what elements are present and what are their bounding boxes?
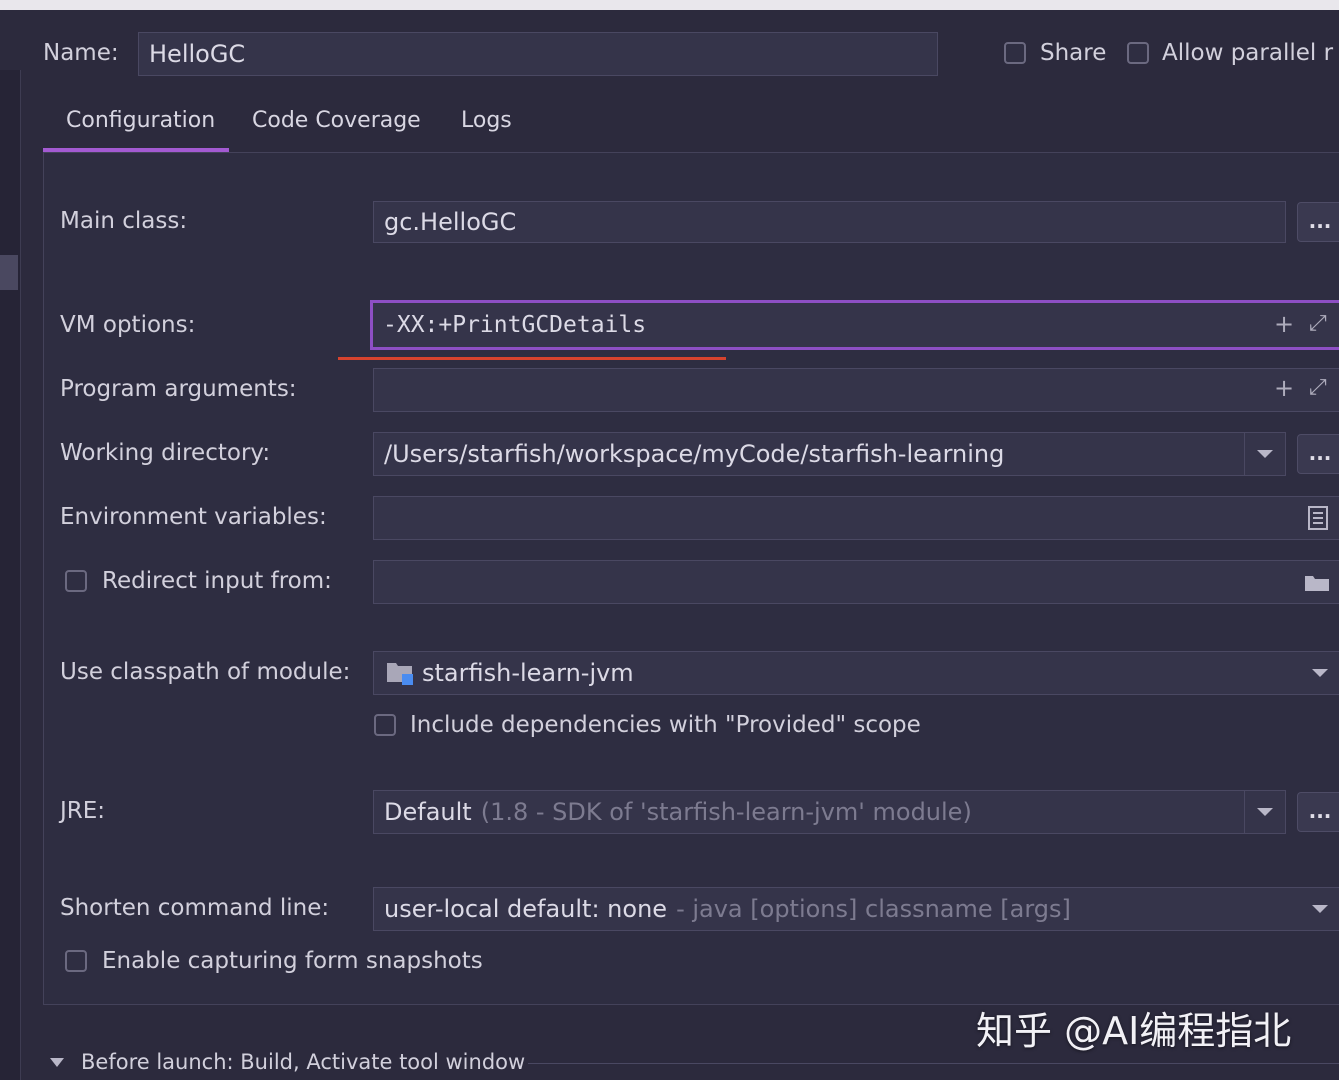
tab-code-coverage[interactable]: Code Coverage	[252, 108, 421, 133]
program-args-expand-icon[interactable]: ⤢	[1309, 375, 1327, 400]
allow-parallel-checkbox[interactable]	[1127, 42, 1149, 64]
program-args-input[interactable]	[373, 368, 1339, 412]
jre-browse-button[interactable]: ...	[1297, 792, 1339, 832]
tab-logs[interactable]: Logs	[461, 108, 512, 133]
redirect-input-checkbox[interactable]	[65, 570, 87, 592]
jre-label: JRE:	[60, 798, 106, 824]
annotation-underline	[338, 357, 726, 360]
vm-options-value: -XX:+PrintGCDetails	[383, 312, 647, 338]
name-input[interactable]: HelloGC	[138, 32, 938, 76]
module-folder-icon	[387, 663, 413, 685]
jre-hint: (1.8 - SDK of 'starfish-learn-jvm' modul…	[480, 798, 972, 826]
jre-select[interactable]: Default (1.8 - SDK of 'starfish-learn-jv…	[373, 790, 1286, 834]
redirect-folder-icon[interactable]	[1304, 572, 1332, 592]
vm-options-plus-icon[interactable]: +	[1274, 310, 1294, 338]
redirect-input-field[interactable]	[373, 560, 1339, 604]
allow-parallel-label: Allow parallel r	[1162, 40, 1334, 66]
working-dir-browse-button[interactable]: ...	[1297, 434, 1339, 474]
main-class-browse-button[interactable]: ...	[1297, 202, 1339, 242]
main-class-input[interactable]: gc.HelloGC	[373, 201, 1286, 243]
vm-options-input[interactable]: -XX:+PrintGCDetails	[370, 300, 1339, 350]
snapshots-checkbox[interactable]	[65, 950, 87, 972]
env-vars-input[interactable]	[373, 496, 1339, 540]
share-checkbox[interactable]	[1004, 42, 1026, 64]
classpath-label: Use classpath of module:	[60, 659, 351, 685]
watermark: 知乎 @AI编程指北	[976, 1009, 1292, 1053]
jre-chevron-down-icon[interactable]	[1256, 807, 1274, 817]
sidebar-selected-item[interactable]	[0, 255, 18, 290]
share-label: Share	[1040, 40, 1107, 66]
tab-configuration[interactable]: Configuration	[66, 108, 215, 133]
working-dir-label: Working directory:	[60, 440, 271, 466]
vm-options-expand-icon[interactable]: ⤢	[1309, 311, 1327, 336]
before-launch-triangle-down-icon[interactable]	[49, 1057, 65, 1069]
shorten-label: Shorten command line:	[60, 895, 330, 921]
classpath-value: starfish-learn-jvm	[422, 659, 634, 687]
shorten-value: user-local default: none	[384, 895, 668, 923]
main-class-label: Main class:	[60, 208, 188, 234]
shorten-chevron-down-icon[interactable]	[1311, 904, 1329, 914]
shorten-select[interactable]: user-local default: none - java [options…	[373, 887, 1339, 931]
env-vars-document-icon[interactable]	[1307, 505, 1329, 531]
working-dir-chevron-down-icon[interactable]	[1256, 449, 1274, 459]
name-label: Name:	[43, 40, 119, 66]
classpath-chevron-down-icon[interactable]	[1311, 668, 1329, 678]
program-args-plus-icon[interactable]: +	[1274, 374, 1294, 402]
working-dir-input[interactable]: /Users/starfish/workspace/myCode/starfis…	[373, 432, 1286, 476]
include-deps-checkbox[interactable]	[374, 714, 396, 736]
working-dir-value: /Users/starfish/workspace/myCode/starfis…	[384, 440, 1005, 468]
jre-value: Default	[384, 798, 472, 826]
jre-separator	[1244, 791, 1245, 833]
classpath-select[interactable]: starfish-learn-jvm	[373, 651, 1339, 695]
working-dir-separator	[1244, 433, 1245, 475]
shorten-hint: - java [options] classname [args]	[676, 895, 1071, 923]
env-vars-label: Environment variables:	[60, 504, 327, 530]
window-top-strip	[0, 0, 1339, 10]
main-class-value: gc.HelloGC	[384, 208, 517, 236]
snapshots-label: Enable capturing form snapshots	[102, 948, 483, 974]
redirect-input-label: Redirect input from:	[102, 568, 332, 594]
name-input-value: HelloGC	[149, 40, 246, 68]
include-deps-label: Include dependencies with "Provided" sco…	[410, 712, 921, 738]
before-launch-divider	[528, 1063, 1339, 1064]
before-launch-label[interactable]: Before launch: Build, Activate tool wind…	[81, 1050, 525, 1074]
vm-options-label: VM options:	[60, 312, 196, 338]
sidebar-edge	[0, 70, 21, 1080]
program-args-label: Program arguments:	[60, 376, 297, 402]
